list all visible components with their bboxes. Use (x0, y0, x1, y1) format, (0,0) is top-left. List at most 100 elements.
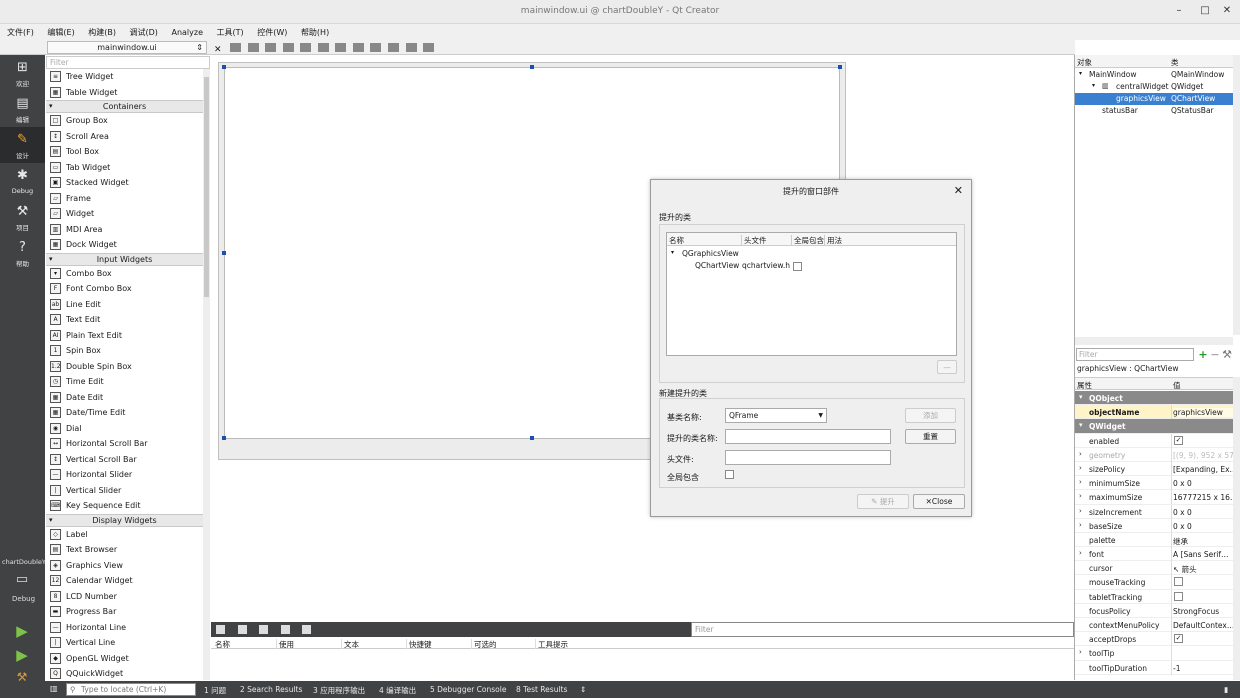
menu-tools[interactable]: 工具(T) (210, 24, 248, 38)
menu-edit[interactable]: 编辑(E) (40, 24, 78, 38)
layout-hsplit-icon[interactable] (335, 43, 347, 52)
monitor-icon[interactable]: ▭ (12, 572, 32, 588)
widget-item[interactable]: ▭ Tab Widget (46, 160, 203, 176)
pane-app-output[interactable]: 3 应用程序输出 (313, 685, 365, 696)
menu-file[interactable]: 文件(F) (0, 24, 38, 38)
widget-category[interactable]: Display Widgets (46, 513, 203, 527)
edit-widgets-icon[interactable] (230, 43, 242, 52)
tree-child-class[interactable]: QChartView (695, 261, 739, 270)
mode-welcome[interactable]: ⊞ 欢迎 (0, 55, 45, 91)
widget-item[interactable]: 1 Spin Box (46, 343, 203, 359)
widget-item[interactable]: | Vertical Line (46, 635, 203, 651)
expand-arrow-icon[interactable]: › (1079, 549, 1082, 557)
widget-item[interactable]: ◆ OpenGL Widget (46, 651, 203, 667)
open-file-selector[interactable]: mainwindow.ui ⇕ (47, 41, 207, 54)
widget-item[interactable]: ▦ Date/Time Edit (46, 405, 203, 421)
widget-filter-input[interactable]: Filter (46, 56, 210, 69)
widget-item[interactable]: ▦ Dock Widget (46, 237, 203, 253)
widget-item[interactable]: ▣ Stacked Widget (46, 175, 203, 191)
property-vscrollbar[interactable] (1233, 377, 1240, 680)
layout-form-icon[interactable] (388, 43, 400, 52)
widget-item[interactable]: 8 LCD Number (46, 589, 203, 605)
close-icon[interactable]: ✕ (214, 45, 222, 55)
progress-toggle-icon[interactable]: ▮ (1224, 685, 1228, 694)
widget-item[interactable]: ◷ Time Edit (46, 374, 203, 390)
widget-item[interactable]: ↕ Vertical Scroll Bar (46, 452, 203, 468)
tree-global-include-checkbox[interactable] (793, 262, 802, 271)
property-row[interactable]: objectName graphicsView (1075, 405, 1233, 420)
mode-projects[interactable]: ⚒ 项目 (0, 199, 45, 235)
property-value[interactable]: DefaultContex… (1173, 621, 1233, 630)
property-row[interactable]: cursor ↖ 箭头 (1075, 561, 1233, 576)
pane-search-results[interactable]: 2 Search Results (240, 685, 302, 694)
selection-handle[interactable] (530, 65, 534, 69)
expand-arrow-icon[interactable]: ▾ (671, 249, 674, 256)
widget-item[interactable]: 12 Calendar Widget (46, 573, 203, 589)
expand-arrow-icon[interactable]: › (1079, 648, 1082, 656)
add-button[interactable]: 添加 (905, 408, 956, 423)
widget-item[interactable]: ▾ Combo Box (46, 266, 203, 282)
mode-debug[interactable]: ✱ Debug (0, 163, 45, 199)
remove-promoted-button[interactable]: — (937, 360, 957, 374)
dialog-close-icon[interactable]: ✕ (954, 184, 963, 197)
mode-help[interactable]: ? 帮助 (0, 235, 45, 271)
property-checkbox[interactable]: ✓ (1174, 435, 1183, 445)
mode-design[interactable]: ✎ 设计 (0, 127, 45, 163)
selection-handle[interactable] (222, 65, 226, 69)
object-inspector-vscrollbar[interactable] (1233, 55, 1240, 335)
minimize-button[interactable]: – (1172, 5, 1186, 16)
locator-input[interactable]: ⚲ Type to locate (Ctrl+K) (66, 683, 196, 696)
property-value[interactable]: [(9, 9), 952 x 574] (1173, 451, 1233, 460)
promoted-classes-tree[interactable]: 名称 头文件 全局包含 用法 ▾ QGraphicsView QChartVie… (666, 232, 957, 356)
object-row-statusbar[interactable]: statusBar QStatusBar (1075, 105, 1233, 117)
menu-debug[interactable]: 调试(D) (123, 24, 162, 38)
property-value[interactable]: A [Sans Serif… (1173, 550, 1233, 559)
property-row[interactable]: › minimumSize 0 x 0 (1075, 476, 1233, 491)
property-row[interactable]: › sizePolicy [Expanding, Ex… (1075, 461, 1233, 477)
widget-item[interactable]: — Horizontal Line (46, 620, 203, 636)
widget-item[interactable]: ≡ Tree Widget (46, 69, 203, 85)
widget-item[interactable]: Q QQuickWidget (46, 666, 203, 680)
property-value[interactable]: graphicsView (1173, 408, 1233, 418)
widget-item[interactable]: ▦ Table Widget (46, 85, 203, 101)
property-value[interactable]: 0 x 0 (1173, 479, 1233, 488)
object-row-mainwindow[interactable]: ▾ MainWindow QMainWindow (1075, 69, 1233, 81)
layout-vertical-icon[interactable] (317, 43, 329, 52)
add-property-icon[interactable]: + (1197, 348, 1209, 361)
property-row[interactable]: › font A [Sans Serif… (1075, 547, 1233, 562)
property-row[interactable]: enabled ✓ (1075, 433, 1233, 448)
menu-build[interactable]: 构建(B) (81, 24, 120, 38)
pane-test-results[interactable]: 8 Test Results (516, 685, 567, 694)
object-row-graphicsview[interactable]: graphicsView QChartView (1075, 93, 1233, 105)
pane-debugger-console[interactable]: 5 Debugger Console (430, 685, 506, 694)
widget-item[interactable]: ▦ Date Edit (46, 390, 203, 406)
property-row[interactable]: › sizeIncrement 0 x 0 (1075, 504, 1233, 519)
widget-item[interactable]: □ Group Box (46, 113, 203, 129)
widget-item[interactable]: ◉ Dial (46, 421, 203, 437)
property-checkbox[interactable] (1174, 577, 1183, 587)
widget-box-scrollbar[interactable] (203, 69, 210, 680)
remove-property-icon[interactable]: − (1209, 348, 1221, 361)
property-row[interactable]: contextMenuPolicy DefaultContex… (1075, 618, 1233, 633)
property-value[interactable]: StrongFocus (1173, 607, 1233, 616)
widget-category[interactable]: Input Widgets (46, 252, 203, 266)
widget-item[interactable]: ▤ Tool Box (46, 144, 203, 160)
property-value[interactable]: 继承 (1173, 536, 1233, 547)
scrollbar-thumb[interactable] (204, 77, 209, 297)
menu-analyze[interactable]: Analyze (164, 25, 207, 37)
close-button[interactable]: ✕Close (913, 494, 965, 509)
property-checkbox[interactable]: ✓ (1174, 634, 1183, 644)
run-button[interactable]: ▶ (14, 623, 30, 639)
selection-handle[interactable] (222, 251, 226, 255)
widget-item[interactable]: ▱ Widget (46, 206, 203, 222)
configure-icon[interactable] (302, 625, 312, 634)
adjust-size-icon[interactable] (423, 43, 435, 52)
widget-item[interactable]: 1.2 Double Spin Box (46, 359, 203, 375)
edit-buddies-icon[interactable] (265, 43, 277, 52)
edit-signals-icon[interactable] (247, 43, 259, 52)
base-class-combo[interactable]: QFrame ▼ (725, 408, 827, 423)
property-value[interactable]: 0 x 0 (1173, 522, 1233, 531)
expand-arrow-icon[interactable]: › (1079, 450, 1082, 458)
widget-item[interactable]: ▥ MDI Area (46, 222, 203, 238)
widget-item[interactable]: ▬ Progress Bar (46, 604, 203, 620)
